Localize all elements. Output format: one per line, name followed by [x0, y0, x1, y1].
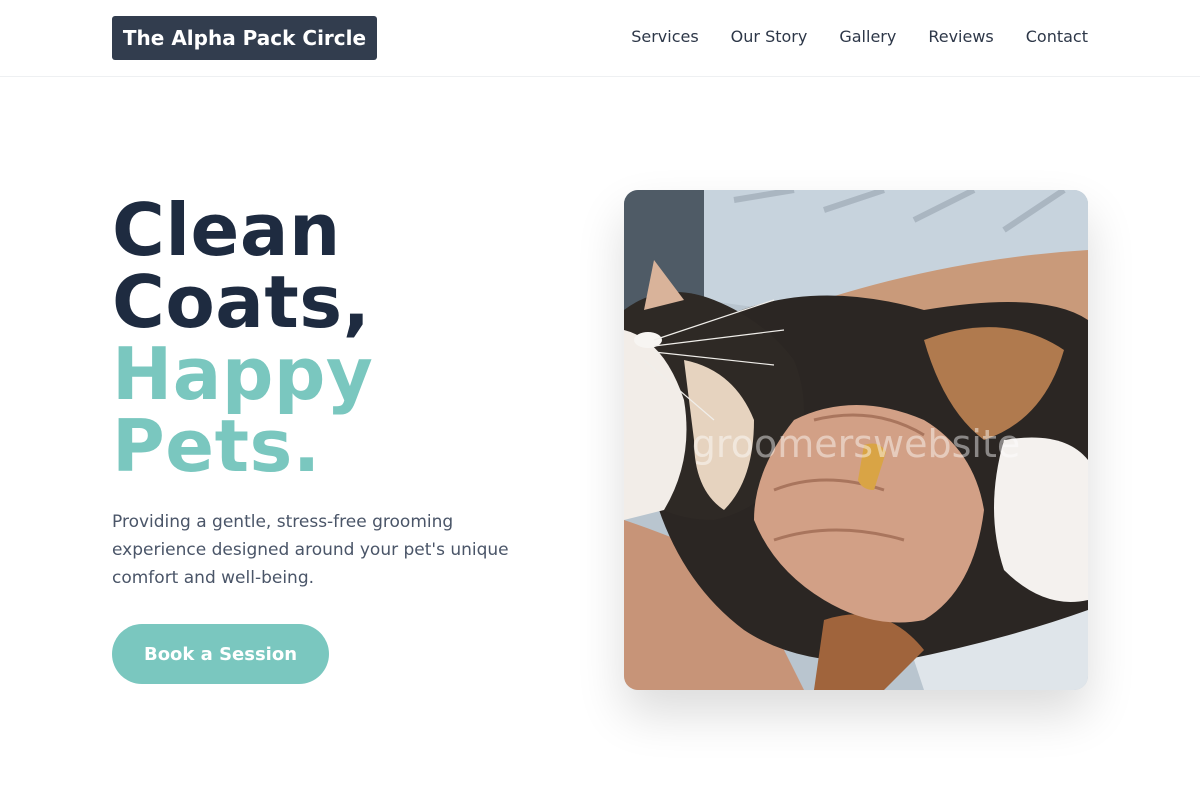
hero-cat-photo: groomerswebsite	[624, 190, 1088, 690]
nav-links: Services Our Story Gallery Reviews Conta…	[631, 26, 1088, 48]
nav-link-our-story[interactable]: Our Story	[731, 26, 808, 48]
nav-link-contact[interactable]: Contact	[1026, 26, 1088, 48]
headline-line-1: Clean	[112, 188, 341, 272]
headline-line-3: Happy	[112, 332, 374, 416]
hero-headline: Clean Coats, Happy Pets.	[112, 194, 373, 482]
image-watermark: groomerswebsite	[691, 422, 1021, 466]
headline-line-2: Coats,	[112, 260, 371, 344]
hero-description: Providing a gentle, stress-free grooming…	[112, 512, 509, 588]
brand-logo[interactable]: The Alpha Pack Circle	[112, 16, 377, 60]
nav-link-reviews[interactable]: Reviews	[928, 26, 993, 48]
nav-link-gallery[interactable]: Gallery	[839, 26, 896, 48]
top-navigation: The Alpha Pack Circle Services Our Story…	[0, 0, 1200, 77]
book-session-button[interactable]: Book a Session	[112, 624, 329, 684]
headline-line-4: Pets.	[112, 404, 321, 488]
nav-link-services[interactable]: Services	[631, 26, 698, 48]
